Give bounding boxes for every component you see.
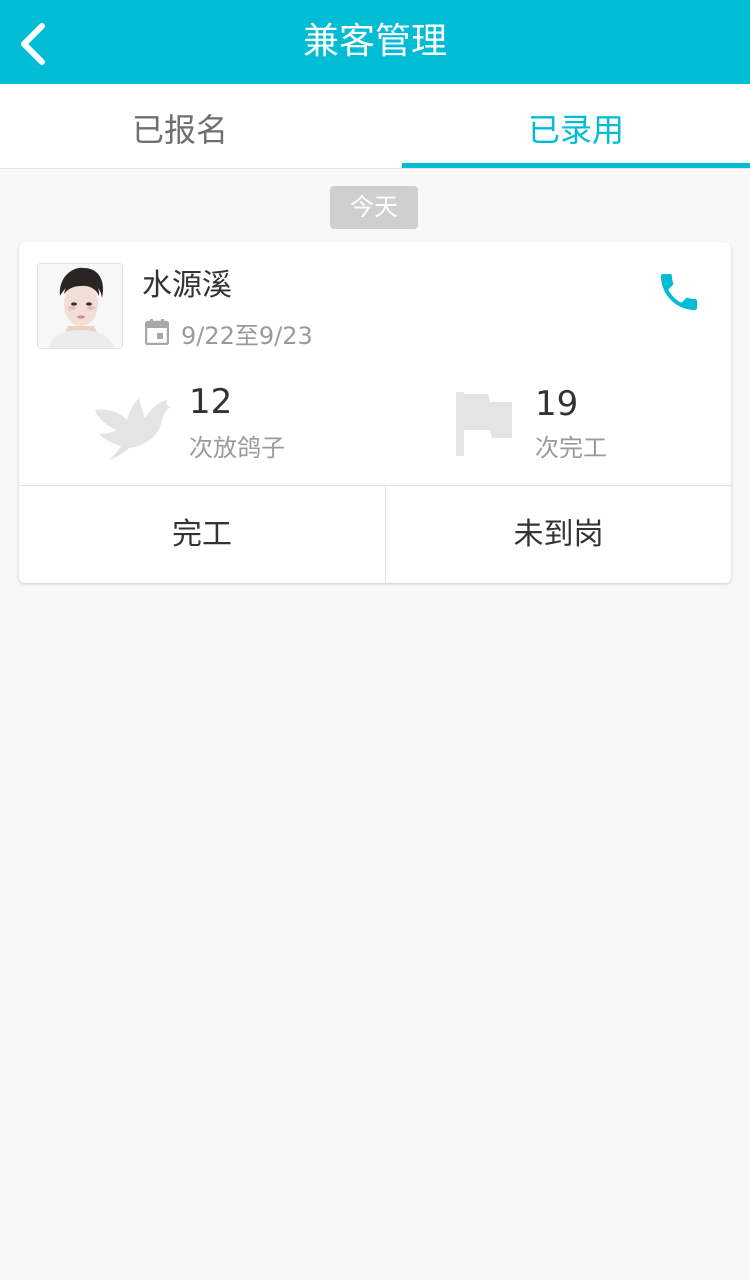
completed-label: 次完工 (535, 434, 607, 462)
flag-icon (456, 392, 512, 456)
absent-button[interactable]: 未到岗 (386, 486, 731, 583)
work-date-range: 9/22至9/23 (181, 322, 313, 350)
tab-registered[interactable]: 已报名 (0, 84, 360, 168)
chevron-left-icon (21, 23, 45, 65)
avatar (37, 263, 123, 349)
tab-hired[interactable]: 已录用 (402, 84, 750, 168)
no-show-count: 12 (189, 382, 233, 422)
page-title: 兼客管理 (302, 21, 447, 62)
worker-name: 水源溪 (142, 268, 232, 303)
date-section-badge: 今天 (330, 186, 418, 229)
completed-count: 19 (535, 384, 579, 424)
complete-button[interactable]: 完工 (19, 486, 385, 583)
no-show-label: 次放鸽子 (189, 434, 285, 462)
calendar-icon (145, 319, 169, 345)
avatar-photo (38, 264, 122, 348)
phone-icon[interactable] (655, 268, 703, 316)
dove-icon (95, 398, 171, 460)
worker-card: 水源溪 9/22至9/23 12 次放鸽子 19 次完工 完工 未到岗 (19, 242, 731, 583)
back-button[interactable] (0, 0, 84, 84)
tab-bar: 已报名 已录用 (0, 84, 750, 169)
app-header: 兼客管理 (0, 0, 750, 84)
active-tab-indicator (402, 163, 750, 168)
